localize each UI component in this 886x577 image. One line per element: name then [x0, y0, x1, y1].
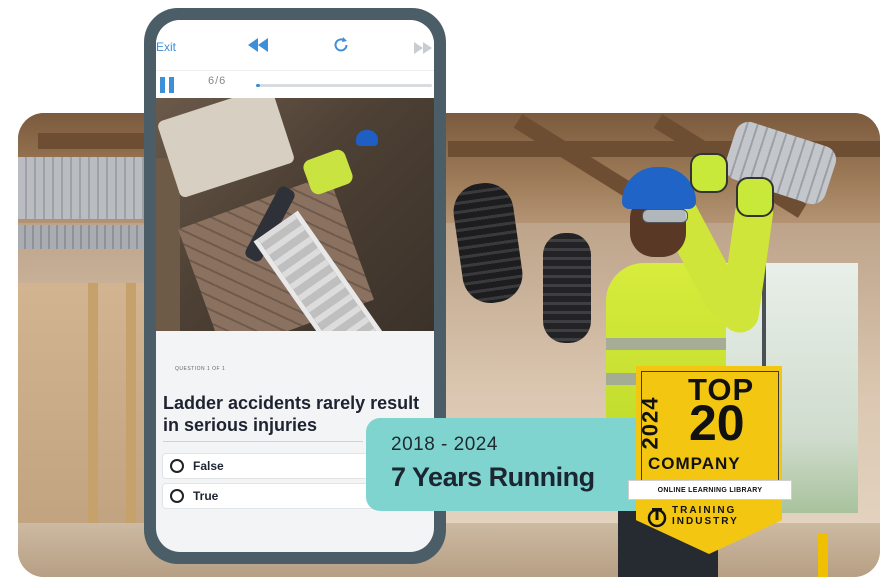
radio-icon[interactable] — [170, 459, 184, 473]
badge-number: 20 — [689, 395, 745, 451]
training-industry-logo-icon — [646, 506, 668, 533]
marketing-graphic: Exit 6/6 QUESTION 1 OF 1 Ladder accident… — [0, 0, 886, 577]
answer-label: False — [193, 459, 224, 473]
top-20-award-badge: 2024 TOP 20 COMPANY ONLINE LEARNING LIBR… — [628, 366, 792, 554]
pause-icon[interactable] — [160, 77, 174, 98]
badge-year: 2024 — [637, 396, 663, 450]
progress-fill — [256, 84, 260, 87]
exit-link[interactable]: Exit — [156, 40, 176, 54]
badge-ribbon: ONLINE LEARNING LIBRARY — [628, 480, 792, 500]
rewind-icon[interactable] — [248, 38, 268, 57]
years-running-banner: 2018 - 2024 7 Years Running — [366, 418, 672, 511]
answer-label: True — [193, 489, 219, 503]
quiz-control-bar: 6/6 — [156, 70, 434, 99]
question-image-ladder-accident — [156, 98, 434, 331]
divider — [163, 441, 363, 442]
progress-bar — [256, 84, 432, 87]
radio-icon[interactable] — [170, 489, 184, 503]
badge-org-line-2: INDUSTRY — [672, 516, 739, 527]
question-label: QUESTION 1 OF 1 — [175, 366, 226, 372]
quiz-top-bar: Exit — [156, 20, 434, 70]
badge-organization: TRAINING INDUSTRY — [672, 505, 739, 527]
restart-icon[interactable] — [332, 36, 350, 59]
badge-company: COMPANY — [648, 454, 741, 473]
fast-forward-icon — [414, 41, 432, 59]
banner-headline: 7 Years Running — [391, 462, 595, 492]
badge-ribbon-text: ONLINE LEARNING LIBRARY — [657, 486, 763, 494]
banner-years: 2018 - 2024 — [391, 434, 498, 455]
question-counter: 6/6 — [208, 75, 227, 87]
badge-org-line-1: TRAINING — [672, 505, 737, 516]
